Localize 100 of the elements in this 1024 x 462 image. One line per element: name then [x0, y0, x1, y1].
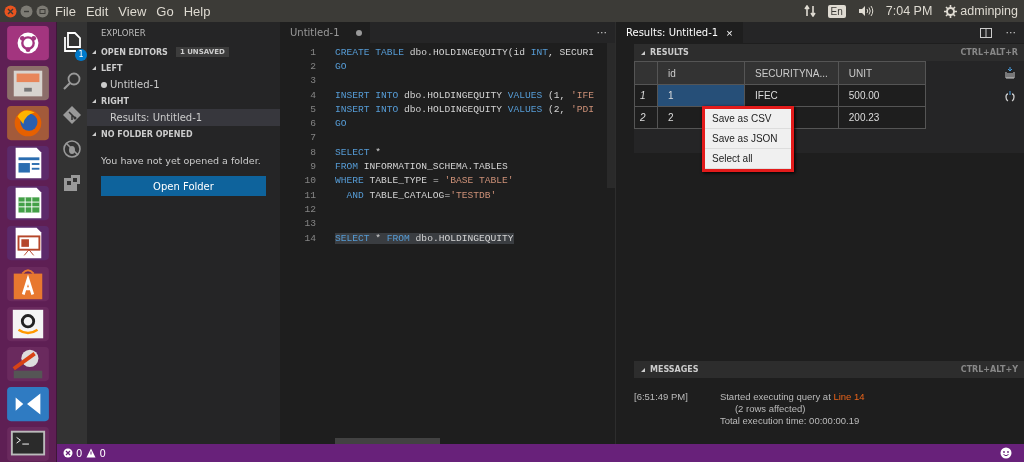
- code-line: INSERT INTO dbo.HOLDINGEQUITY VALUES (2, 'PDI: [335, 103, 595, 115]
- error-icon: [63, 448, 73, 458]
- search-icon[interactable]: [63, 72, 81, 90]
- line-number: 1: [309, 46, 317, 58]
- open-editor-item[interactable]: Results: Untitled-1: [87, 109, 280, 126]
- network-arrows-icon[interactable]: [803, 5, 816, 17]
- code-line: INSERT INTO dbo.HOLDINGEQUITY VALUES (1, 'IFE: [335, 89, 595, 101]
- shortcut-hint: CTRL+ALT+Y: [960, 365, 1018, 374]
- user-name[interactable]: adminping: [960, 4, 1018, 18]
- collapse-triangle-icon[interactable]: [91, 65, 97, 71]
- presentation-icon[interactable]: [5, 225, 51, 262]
- error-count[interactable]: 0: [63, 447, 83, 459]
- count-label: 0: [99, 447, 106, 459]
- collapse-triangle-icon[interactable]: [91, 49, 97, 55]
- collapse-triangle-icon[interactable]: [91, 131, 97, 137]
- panel-title: MESSAGES: [650, 365, 699, 374]
- warning-icon: [86, 448, 97, 458]
- panel-title: RESULTS: [650, 48, 689, 57]
- code-editor-icon[interactable]: [5, 385, 51, 422]
- line-number: 12: [303, 203, 317, 215]
- line-number: 9: [309, 161, 317, 172]
- files-icon[interactable]: [63, 32, 81, 52]
- menu-item[interactable]: Help: [183, 3, 211, 19]
- line-number: 10: [303, 175, 317, 187]
- column-header[interactable]: id: [657, 61, 745, 85]
- context-menu-item[interactable]: Select all: [705, 149, 791, 169]
- message-text: (2 rows affected): [733, 403, 807, 414]
- split-editor-icon[interactable]: [979, 27, 992, 38]
- line-number: 14: [303, 232, 317, 244]
- section-header[interactable]: RIGHT: [101, 96, 129, 106]
- editor-tab[interactable]: Untitled-1: [280, 22, 370, 43]
- save-braces-icon[interactable]: [1004, 91, 1016, 103]
- shopping-bag-icon[interactable]: [5, 265, 51, 302]
- git-branch-icon[interactable]: [63, 106, 81, 124]
- messages-header[interactable]: MESSAGES CTRL+ALT+Y: [634, 361, 1024, 378]
- menu-item[interactable]: Go: [156, 3, 174, 19]
- code-line: AND TABLE_CATALOG='TESTDB': [346, 189, 497, 201]
- close-window-icon[interactable]: [4, 4, 17, 18]
- column-header[interactable]: SECURITYNA...: [744, 61, 839, 85]
- message-text: Total execution time: 00:00:00.19: [719, 415, 861, 426]
- collapse-triangle-icon[interactable]: [640, 49, 646, 56]
- column-header[interactable]: UNIT: [838, 61, 926, 85]
- ubuntu-logo-icon[interactable]: [5, 25, 51, 62]
- line-link[interactable]: Line 14: [833, 391, 865, 402]
- collapse-triangle-icon[interactable]: [640, 366, 646, 373]
- keyboard-layout-indicator[interactable]: En: [827, 4, 846, 18]
- line-number: 2: [309, 60, 317, 72]
- line-number: 5: [309, 103, 317, 115]
- section-header[interactable]: OPEN EDITORS: [101, 47, 168, 57]
- tools-icon[interactable]: [5, 345, 51, 382]
- results-tab[interactable]: Results: Untitled-1 ×: [616, 22, 743, 43]
- no-folder-message: You have not yet opened a folder.: [101, 155, 261, 166]
- browser-globe-icon[interactable]: [5, 105, 51, 142]
- code-line: CREATE TABLE dbo.HOLDINGEQUITY(id INT, SECURI: [335, 46, 595, 58]
- maximize-window-icon[interactable]: [36, 4, 49, 18]
- sidebar-title: EXPLORER: [101, 28, 146, 38]
- spreadsheet-icon[interactable]: [5, 185, 51, 222]
- line-number: 7: [309, 132, 317, 144]
- row-number: 1: [634, 84, 658, 107]
- message-time: [6:51:49 PM]: [634, 391, 688, 404]
- line-number: 13: [303, 218, 317, 230]
- scrollbar-thumb[interactable]: [335, 438, 440, 444]
- code-line: FROM INFORMATION_SCHEMA.TABLES: [335, 161, 508, 172]
- context-menu-item[interactable]: Save as CSV: [705, 109, 791, 129]
- results-header[interactable]: RESULTS CTRL+ALT+R: [634, 44, 1024, 61]
- extensions-icon[interactable]: [63, 174, 81, 192]
- open-editor-item[interactable]: Untitled-1: [87, 76, 280, 93]
- count-label: 0: [76, 447, 83, 459]
- section-header[interactable]: LEFT: [101, 63, 123, 73]
- context-menu-item[interactable]: Save as JSON: [705, 129, 791, 149]
- text-document-icon[interactable]: [5, 145, 51, 182]
- menu-item[interactable]: View: [118, 3, 147, 19]
- terminal-icon[interactable]: [5, 425, 51, 462]
- more-actions-button[interactable]: ···: [596, 26, 615, 39]
- line-number: 8: [309, 146, 317, 158]
- close-tab-button[interactable]: ×: [726, 26, 733, 39]
- code-line: GO: [335, 60, 347, 72]
- gear-icon[interactable]: [944, 4, 958, 18]
- tab-label[interactable]: Results: Untitled-1: [626, 27, 719, 38]
- warning-count[interactable]: 0: [86, 447, 106, 459]
- save-table-icon[interactable]: [1004, 67, 1016, 79]
- code-line: SELECT *: [335, 146, 382, 158]
- tab-label[interactable]: Untitled-1: [290, 27, 340, 38]
- no-bug-icon[interactable]: [63, 140, 81, 158]
- line-number: 6: [309, 118, 317, 130]
- smiley-icon[interactable]: [1000, 447, 1012, 459]
- shortcut-hint: CTRL+ALT+R: [960, 48, 1018, 57]
- code-line: WHERE TABLE_TYPE = 'BASE TABLE': [335, 175, 514, 187]
- clock-time[interactable]: 7:04 PM: [885, 4, 933, 18]
- minimize-window-icon[interactable]: [20, 4, 33, 18]
- section-header[interactable]: NO FOLDER OPENED: [101, 129, 193, 139]
- volume-icon[interactable]: [857, 5, 874, 17]
- open-folder-button[interactable]: Open Folder: [101, 176, 266, 196]
- more-actions-button[interactable]: ···: [1005, 26, 1016, 39]
- file-cabinet-icon[interactable]: [5, 65, 51, 102]
- menu-item[interactable]: Edit: [85, 3, 109, 19]
- collapse-triangle-icon[interactable]: [91, 98, 97, 104]
- unsaved-dot-icon[interactable]: [356, 29, 362, 36]
- menu-item[interactable]: File: [55, 3, 76, 19]
- code-line: GO: [335, 118, 347, 130]
